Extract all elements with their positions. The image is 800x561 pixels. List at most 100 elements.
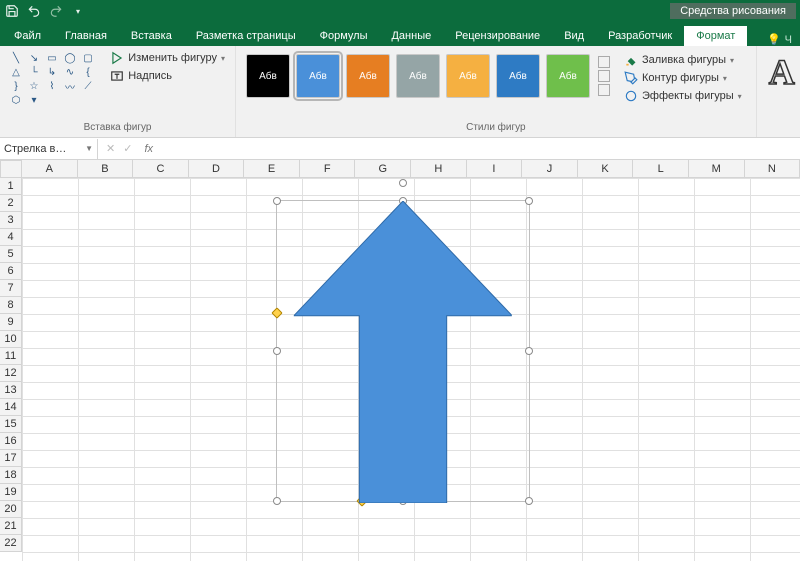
row-header-10[interactable]: 10	[0, 331, 22, 348]
shape-rrect-icon[interactable]: ▢	[80, 52, 96, 64]
shape-line-icon[interactable]: ╲	[8, 52, 24, 64]
col-header-D[interactable]: D	[189, 160, 245, 178]
save-icon[interactable]	[4, 3, 20, 19]
row-header-12[interactable]: 12	[0, 365, 22, 382]
row-header-3[interactable]: 3	[0, 212, 22, 229]
row-header-9[interactable]: 9	[0, 314, 22, 331]
resize-handle-nw[interactable]	[273, 197, 281, 205]
row-header-7[interactable]: 7	[0, 280, 22, 297]
style-swatch-3[interactable]: Абв	[396, 54, 440, 98]
shape-oval-icon[interactable]: ◯	[62, 52, 78, 64]
rotate-handle[interactable]	[399, 179, 407, 187]
tab-developer[interactable]: Разработчик	[596, 26, 684, 46]
style-swatch-1[interactable]: Абв	[296, 54, 340, 98]
style-swatch-4[interactable]: Абв	[446, 54, 490, 98]
col-header-C[interactable]: C	[133, 160, 189, 178]
col-header-A[interactable]: A	[22, 160, 78, 178]
enter-icon[interactable]: ✓	[123, 142, 132, 155]
col-header-M[interactable]: M	[689, 160, 745, 178]
row-header-21[interactable]: 21	[0, 518, 22, 535]
tab-home[interactable]: Главная	[53, 26, 119, 46]
tab-page-layout[interactable]: Разметка страницы	[184, 26, 308, 46]
gallery-down-icon[interactable]	[598, 70, 610, 82]
tab-formulas[interactable]: Формулы	[308, 26, 380, 46]
style-swatch-0[interactable]: Абв	[246, 54, 290, 98]
shape-brace-right-icon[interactable]: }	[8, 80, 24, 92]
up-arrow-shape[interactable]	[294, 201, 512, 503]
shape-scribble-icon[interactable]: 〰	[62, 80, 78, 92]
wordart-style-outline[interactable]: A	[769, 54, 795, 90]
shape-rect-icon[interactable]: ▭	[44, 52, 60, 64]
shape-freeform-icon[interactable]: ⌇	[44, 80, 60, 92]
row-header-18[interactable]: 18	[0, 467, 22, 484]
worksheet[interactable]: ABCDEFGHIJKLMN 1234567891011121314151617…	[0, 160, 800, 561]
shape-outline-button[interactable]: Контур фигуры ▾	[620, 70, 746, 86]
row-header-16[interactable]: 16	[0, 433, 22, 450]
chevron-down-icon[interactable]: ▼	[85, 144, 93, 153]
col-header-K[interactable]: K	[578, 160, 634, 178]
row-header-17[interactable]: 17	[0, 450, 22, 467]
undo-icon[interactable]	[26, 3, 42, 19]
row-header-20[interactable]: 20	[0, 501, 22, 518]
row-header-22[interactable]: 22	[0, 535, 22, 552]
col-header-E[interactable]: E	[244, 160, 300, 178]
col-header-G[interactable]: G	[355, 160, 411, 178]
tab-format[interactable]: Формат	[684, 26, 747, 46]
cancel-icon[interactable]: ✕	[106, 142, 115, 155]
row-header-11[interactable]: 11	[0, 348, 22, 365]
row-header-13[interactable]: 13	[0, 382, 22, 399]
edit-shape-button[interactable]: Изменить фигуру ▾	[106, 50, 229, 66]
select-all-corner[interactable]	[0, 160, 22, 178]
tab-file[interactable]: Файл	[2, 26, 53, 46]
col-header-F[interactable]: F	[300, 160, 356, 178]
tell-me[interactable]: 💡 Ч	[759, 33, 800, 46]
row-header-6[interactable]: 6	[0, 263, 22, 280]
customize-qat-icon[interactable]: ▾	[70, 3, 86, 19]
resize-handle-e[interactable]	[525, 347, 533, 355]
shape-line-arrow-icon[interactable]: ↘	[26, 52, 42, 64]
gallery-up-icon[interactable]	[598, 56, 610, 68]
shape-effects-button[interactable]: Эффекты фигуры ▾	[620, 88, 746, 104]
gallery-more-icon[interactable]	[598, 84, 610, 96]
tab-view[interactable]: Вид	[552, 26, 596, 46]
row-header-1[interactable]: 1	[0, 178, 22, 195]
resize-handle-se[interactable]	[525, 497, 533, 505]
col-header-H[interactable]: H	[411, 160, 467, 178]
row-header-15[interactable]: 15	[0, 416, 22, 433]
row-header-14[interactable]: 14	[0, 399, 22, 416]
tab-insert[interactable]: Вставка	[119, 26, 184, 46]
cells-grid[interactable]	[22, 178, 800, 561]
tab-data[interactable]: Данные	[379, 26, 443, 46]
style-swatch-2[interactable]: Абв	[346, 54, 390, 98]
shape-selection-box[interactable]	[276, 200, 530, 502]
col-header-J[interactable]: J	[522, 160, 578, 178]
col-header-N[interactable]: N	[745, 160, 800, 178]
adjust-handle-1[interactable]	[271, 307, 282, 318]
shape-fill-button[interactable]: Заливка фигуры ▾	[620, 52, 746, 68]
col-header-B[interactable]: B	[78, 160, 134, 178]
tab-review[interactable]: Рецензирование	[443, 26, 552, 46]
resize-handle-ne[interactable]	[525, 197, 533, 205]
shapes-gallery[interactable]: ╲ ↘ ▭ ◯ ▢ △ └ ↳ ∿ { } ☆ ⌇ 〰 ⟋ ⬡ ▾	[6, 50, 102, 110]
shape-star-icon[interactable]: ☆	[26, 80, 42, 92]
row-header-19[interactable]: 19	[0, 484, 22, 501]
resize-handle-w[interactable]	[273, 347, 281, 355]
row-header-4[interactable]: 4	[0, 229, 22, 246]
style-swatch-6[interactable]: Абв	[546, 54, 590, 98]
shape-brace-left-icon[interactable]: {	[80, 66, 96, 78]
style-gallery-more[interactable]	[598, 54, 612, 98]
shape-curve-icon[interactable]: ⟋	[80, 80, 96, 92]
fx-label[interactable]: fx	[144, 143, 153, 155]
shape-triangle-icon[interactable]: △	[8, 66, 24, 78]
text-box-button[interactable]: Надпись	[106, 68, 229, 84]
shape-curved-icon[interactable]: ∿	[62, 66, 78, 78]
row-header-2[interactable]: 2	[0, 195, 22, 212]
formula-input[interactable]	[161, 140, 800, 158]
style-swatch-5[interactable]: Абв	[496, 54, 540, 98]
shape-more-icon[interactable]: ▾	[26, 94, 42, 106]
resize-handle-sw[interactable]	[273, 497, 281, 505]
shape-style-gallery[interactable]: Абв Абв Абв Абв Абв Абв Абв	[242, 50, 612, 122]
redo-icon[interactable]	[48, 3, 64, 19]
row-header-5[interactable]: 5	[0, 246, 22, 263]
name-box[interactable]: Стрелка в… ▼	[0, 139, 98, 159]
